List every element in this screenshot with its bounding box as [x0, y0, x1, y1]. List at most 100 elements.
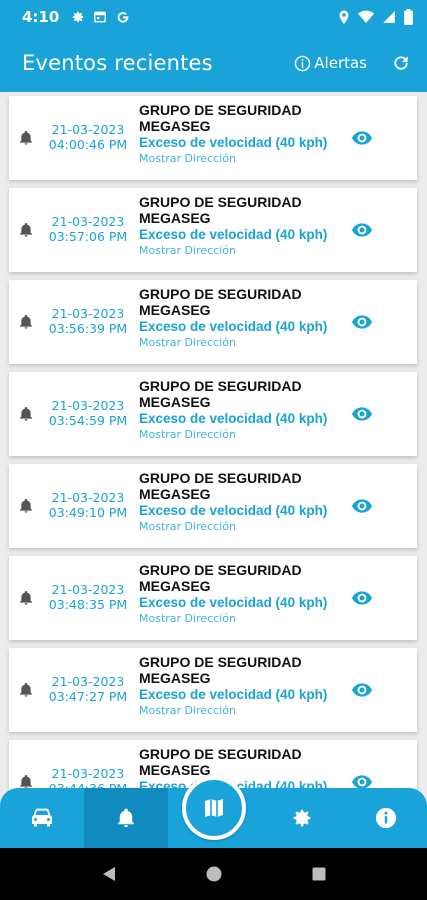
- company-name-line2: MEGASEG: [139, 302, 211, 318]
- event-type: Exceso de velocidad (40 kph): [139, 411, 328, 426]
- nav-settings[interactable]: [260, 788, 344, 848]
- events-list[interactable]: 21-03-2023 04:00:46 PM GRUPO DE SEGURIDA…: [0, 92, 427, 848]
- map-icon: [202, 796, 226, 820]
- event-date: 21-03-2023: [51, 122, 125, 137]
- battery-icon: [404, 9, 413, 25]
- event-info: GRUPO DE SEGURIDAD MEGASEG Exceso de vel…: [139, 470, 349, 534]
- bell-icon: [18, 222, 34, 242]
- eye-icon[interactable]: [352, 314, 372, 333]
- event-date: 21-03-2023: [51, 490, 125, 505]
- event-type: Exceso de velocidad (40 kph): [139, 503, 328, 518]
- event-time: 04:00:46 PM: [48, 137, 128, 152]
- show-address-link[interactable]: Mostrar Dirección: [139, 336, 349, 350]
- event-date: 21-03-2023: [51, 306, 125, 321]
- gear-icon: [71, 10, 85, 24]
- bell-icon: [18, 314, 34, 334]
- event-time: 03:54:59 PM: [48, 413, 128, 428]
- nav-vehicles[interactable]: [0, 788, 84, 848]
- event-info: GRUPO DE SEGURIDAD MEGASEG Exceso de vel…: [139, 654, 349, 718]
- company-name-line1: GRUPO DE SEGURIDAD: [139, 102, 302, 118]
- company-name-line1: GRUPO DE SEGURIDAD: [139, 746, 302, 762]
- event-date: 21-03-2023: [51, 398, 125, 413]
- event-card[interactable]: 21-03-2023 03:57:06 PM GRUPO DE SEGURIDA…: [9, 188, 417, 272]
- eye-icon[interactable]: [352, 590, 372, 609]
- home-icon[interactable]: [206, 866, 222, 882]
- calendar-icon: [93, 10, 107, 24]
- event-card[interactable]: 21-03-2023 03:48:35 PM GRUPO DE SEGURIDA…: [9, 556, 417, 640]
- event-info: GRUPO DE SEGURIDAD MEGASEG Exceso de vel…: [139, 194, 349, 258]
- show-address-link[interactable]: Mostrar Dirección: [139, 428, 349, 442]
- google-icon: [115, 9, 131, 25]
- map-button[interactable]: [182, 776, 246, 840]
- event-time: 03:47:27 PM: [48, 689, 128, 704]
- eye-icon[interactable]: [352, 498, 372, 517]
- event-datetime: 21-03-2023 03:48:35 PM: [47, 582, 129, 612]
- status-time: 4:10: [22, 8, 60, 26]
- event-time: 03:49:10 PM: [48, 505, 128, 520]
- alerts-button[interactable]: Alertas: [294, 54, 367, 72]
- event-datetime: 21-03-2023 03:49:10 PM: [47, 490, 129, 520]
- company-name-line2: MEGASEG: [139, 486, 211, 502]
- show-address-link[interactable]: Mostrar Dirección: [139, 152, 349, 166]
- event-datetime: 21-03-2023 04:00:46 PM: [47, 122, 129, 152]
- company-name-line1: GRUPO DE SEGURIDAD: [139, 470, 302, 486]
- status-bar: 4:10: [0, 0, 427, 34]
- nav-alerts[interactable]: [84, 788, 168, 848]
- refresh-icon: [391, 53, 411, 73]
- event-date: 21-03-2023: [51, 214, 125, 229]
- show-address-link[interactable]: Mostrar Dirección: [139, 612, 349, 626]
- event-time: 03:56:39 PM: [48, 321, 128, 336]
- event-info: GRUPO DE SEGURIDAD MEGASEG Exceso de vel…: [139, 562, 349, 626]
- nav-info[interactable]: [344, 788, 427, 848]
- event-time: 03:48:35 PM: [48, 597, 128, 612]
- event-card[interactable]: 21-03-2023 04:00:46 PM GRUPO DE SEGURIDA…: [9, 96, 417, 180]
- event-card[interactable]: 21-03-2023 03:54:59 PM GRUPO DE SEGURIDA…: [9, 372, 417, 456]
- signal-icon: [382, 10, 396, 24]
- company-name-line1: GRUPO DE SEGURIDAD: [139, 654, 302, 670]
- company-name-line2: MEGASEG: [139, 210, 211, 226]
- eye-icon[interactable]: [352, 682, 372, 701]
- event-info: GRUPO DE SEGURIDAD MEGASEG Exceso de vel…: [139, 378, 349, 442]
- info-outline-icon: [294, 55, 311, 72]
- event-datetime: 21-03-2023 03:54:59 PM: [47, 398, 129, 428]
- status-left-icons: [71, 9, 131, 25]
- event-datetime: 21-03-2023 03:57:06 PM: [47, 214, 129, 244]
- event-type: Exceso de velocidad (40 kph): [139, 687, 328, 702]
- refresh-button[interactable]: [391, 53, 411, 73]
- company-name-line2: MEGASEG: [139, 578, 211, 594]
- bell-icon: [18, 682, 34, 702]
- eye-icon[interactable]: [352, 222, 372, 241]
- event-date: 21-03-2023: [51, 674, 125, 689]
- event-card[interactable]: 21-03-2023 03:49:10 PM GRUPO DE SEGURIDA…: [9, 464, 417, 548]
- bell-icon: [18, 406, 34, 426]
- bell-icon: [18, 130, 34, 150]
- event-date: 21-03-2023: [51, 766, 125, 781]
- event-date: 21-03-2023: [51, 582, 125, 597]
- status-right-icons: [338, 9, 413, 25]
- event-type: Exceso de velocidad (40 kph): [139, 595, 328, 610]
- event-type: Exceso de velocidad (40 kph): [139, 227, 328, 242]
- alerts-label: Alertas: [314, 54, 367, 72]
- event-card[interactable]: 21-03-2023 03:47:27 PM GRUPO DE SEGURIDA…: [9, 648, 417, 732]
- show-address-link[interactable]: Mostrar Dirección: [139, 520, 349, 534]
- company-name-line1: GRUPO DE SEGURIDAD: [139, 286, 302, 302]
- company-name-line1: GRUPO DE SEGURIDAD: [139, 378, 302, 394]
- event-datetime: 21-03-2023 03:47:27 PM: [47, 674, 129, 704]
- location-icon: [338, 10, 350, 25]
- event-info: GRUPO DE SEGURIDAD MEGASEG Exceso de vel…: [139, 102, 349, 166]
- company-name-line2: MEGASEG: [139, 762, 211, 778]
- eye-icon[interactable]: [352, 406, 372, 425]
- show-address-link[interactable]: Mostrar Dirección: [139, 244, 349, 258]
- event-time: 03:57:06 PM: [48, 229, 128, 244]
- back-icon[interactable]: [102, 866, 116, 882]
- info-icon: [375, 807, 397, 829]
- company-name-line2: MEGASEG: [139, 394, 211, 410]
- eye-icon[interactable]: [352, 130, 372, 149]
- settings-icon: [291, 807, 313, 829]
- event-type: Exceso de velocidad (40 kph): [139, 135, 328, 150]
- bell-icon: [18, 498, 34, 518]
- event-card[interactable]: 21-03-2023 03:56:39 PM GRUPO DE SEGURIDA…: [9, 280, 417, 364]
- show-address-link[interactable]: Mostrar Dirección: [139, 704, 349, 718]
- recents-icon[interactable]: [312, 867, 326, 881]
- event-datetime: 21-03-2023 03:56:39 PM: [47, 306, 129, 336]
